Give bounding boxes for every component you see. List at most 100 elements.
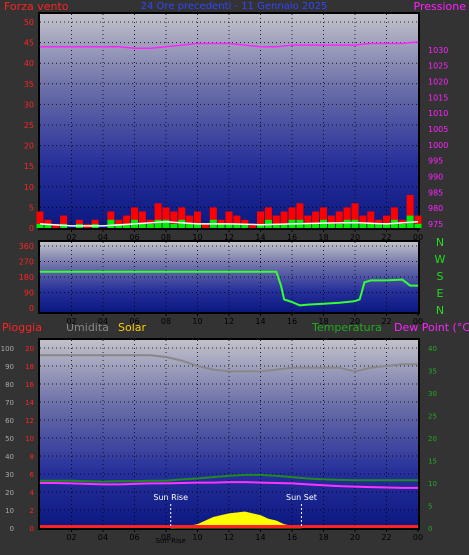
p2-xtick-label-4: 10 bbox=[192, 317, 202, 326]
p1-left-tick-9: 45 bbox=[24, 39, 34, 48]
p1-vento-bar-9 bbox=[107, 219, 115, 228]
p2-left-tick-2: 180 bbox=[19, 273, 34, 282]
weather-charts: Forza vento 24 Ore precedenti - 11 Genna… bbox=[0, 0, 469, 555]
p2-xtick-label-10: 22 bbox=[381, 317, 391, 326]
p3-humidity-tick-4: 40 bbox=[5, 453, 14, 461]
p3-humidity-tick-10: 100 bbox=[1, 345, 14, 353]
p1-vento-bar-40 bbox=[351, 219, 359, 228]
p2-left-tick-4: 360 bbox=[19, 242, 34, 251]
p2-compass-label-3: E bbox=[437, 287, 444, 300]
p2-xtick-label-11: 00 bbox=[413, 317, 423, 326]
p1-xtick-label-10: 22 bbox=[381, 233, 391, 242]
p1-vento-bar-17 bbox=[170, 223, 178, 228]
p3-rain-tick-6: 12 bbox=[25, 417, 34, 425]
rain-label: Pioggia bbox=[2, 321, 42, 334]
p1-xtick-label-9: 20 bbox=[350, 233, 360, 242]
p2-xtick-label-0: 02 bbox=[66, 317, 76, 326]
chart-title: 24 Ore precedenti - 11 Gennaio 2025 bbox=[141, 1, 328, 12]
p3-xtick-label-5: 12 bbox=[224, 533, 234, 542]
p2-xtick-label-2: 06 bbox=[129, 317, 139, 326]
p1-xtick-label-11: 00 bbox=[413, 233, 423, 242]
p1-vento-bar-15 bbox=[154, 219, 162, 228]
p3-temp-tick-1: 5 bbox=[428, 503, 432, 511]
p1-xtick-label-1: 04 bbox=[98, 233, 108, 242]
p3-temp-tick-0: 0 bbox=[428, 525, 432, 533]
p3-xtick-label-1: 04 bbox=[98, 533, 108, 542]
p1-vento-bar-39 bbox=[343, 219, 351, 228]
p1-right-tick-2: 985 bbox=[428, 188, 443, 197]
p1-xtick-label-5: 12 bbox=[224, 233, 234, 242]
p1-left-tick-0: 0 bbox=[29, 224, 34, 233]
p1-vento-bar-37 bbox=[327, 223, 335, 228]
p1-right-tick-3: 990 bbox=[428, 173, 443, 182]
p3-humidity-tick-9: 90 bbox=[5, 363, 14, 371]
p1-vento-bar-43 bbox=[375, 223, 383, 228]
p3-rain-tick-2: 4 bbox=[30, 489, 35, 497]
p3-temp-tick-5: 25 bbox=[428, 413, 437, 421]
p2-xtick-label-7: 16 bbox=[287, 317, 297, 326]
p1-right-tick-10: 1025 bbox=[428, 62, 448, 71]
p3-xtick-label-6: 14 bbox=[255, 533, 265, 542]
p2-left-tick-3: 270 bbox=[19, 258, 34, 267]
p3-humidity-tick-7: 70 bbox=[5, 399, 14, 407]
p3-rain-tick-7: 14 bbox=[25, 399, 34, 407]
p3-xtick-label-7: 16 bbox=[287, 533, 297, 542]
p3-humidity-tick-2: 20 bbox=[5, 489, 14, 497]
p3-xtick-label-0: 02 bbox=[66, 533, 76, 542]
p1-right-tick-7: 1010 bbox=[428, 109, 448, 118]
p1-right-tick-5: 1000 bbox=[428, 141, 448, 150]
p3-rain-tick-4: 8 bbox=[30, 453, 34, 461]
p1-xtick-label-4: 10 bbox=[192, 233, 202, 242]
p3-rain-tick-1: 2 bbox=[30, 507, 34, 515]
p1-left-tick-2: 10 bbox=[24, 183, 34, 192]
p3-humidity-tick-5: 50 bbox=[5, 435, 14, 443]
p2-xtick-label-3: 08 bbox=[161, 317, 171, 326]
p3-temp-tick-8: 40 bbox=[428, 345, 437, 353]
p1-vento-bar-48 bbox=[414, 223, 422, 228]
p1-vento-bar-14 bbox=[146, 223, 154, 228]
dewpoint-label: Dew Point (°C) bbox=[394, 321, 469, 334]
p1-right-tick-6: 1005 bbox=[428, 125, 448, 134]
p3-xtick-label-10: 22 bbox=[381, 533, 391, 542]
pressure-axis-label: Pressione bbox=[414, 0, 467, 13]
p3-humidity-tick-6: 60 bbox=[5, 417, 14, 425]
charts-canvas: Forza vento 24 Ore precedenti - 11 Genna… bbox=[1, 0, 469, 545]
p1-vento-bar-41 bbox=[359, 223, 367, 228]
p1-xtick-label-0: 02 bbox=[66, 233, 76, 242]
p3-humidity-tick-1: 10 bbox=[5, 507, 14, 515]
p3-rain-tick-3: 6 bbox=[30, 471, 35, 479]
p3-rain-bar bbox=[40, 525, 418, 528]
p1-vento-bar-46 bbox=[398, 223, 406, 228]
p1-xtick-label-2: 06 bbox=[129, 233, 139, 242]
p1-vento-bar-19 bbox=[186, 223, 194, 228]
p1-left-tick-4: 20 bbox=[24, 142, 34, 151]
p3-rain-tick-0: 0 bbox=[30, 525, 34, 533]
p3-temp-tick-3: 15 bbox=[428, 458, 437, 466]
p3-rain-tick-5: 10 bbox=[25, 435, 34, 443]
p3-xtick-label-9: 20 bbox=[350, 533, 360, 542]
wind-axis-label: Forza vento bbox=[4, 0, 69, 13]
p1-vento-bar-35 bbox=[312, 223, 320, 228]
p1-right-tick-0: 975 bbox=[428, 220, 443, 229]
p1-xtick-label-3: 08 bbox=[161, 233, 171, 242]
p1-vento-bar-34 bbox=[304, 223, 312, 228]
p1-right-tick-4: 995 bbox=[428, 157, 443, 166]
p2-xtick-label-6: 14 bbox=[255, 317, 265, 326]
p3-temp-tick-4: 20 bbox=[428, 435, 437, 443]
p1-right-tick-11: 1030 bbox=[428, 46, 448, 55]
p2-compass-label-2: S bbox=[437, 270, 444, 283]
p1-left-tick-7: 35 bbox=[24, 80, 34, 89]
p2-left-tick-0: 0 bbox=[29, 304, 34, 313]
p1-vento-bar-42 bbox=[367, 223, 375, 228]
p3-rain-tick-10: 20 bbox=[25, 345, 34, 353]
p3-xtick-label-4: 10 bbox=[192, 533, 202, 542]
p1-xtick-label-7: 16 bbox=[287, 233, 297, 242]
p3-rain-tick-8: 16 bbox=[25, 381, 34, 389]
p2-compass-label-1: W bbox=[435, 253, 446, 266]
p1-left-tick-5: 25 bbox=[24, 121, 34, 130]
p3-rain-tick-9: 18 bbox=[25, 363, 34, 371]
p1-vento-bar-18 bbox=[178, 219, 186, 228]
sunset-annotation: Sun Set bbox=[286, 493, 317, 502]
sunrise-tick-annotation: Sun Rise bbox=[156, 537, 186, 545]
p3-humidity-tick-0: 0 bbox=[10, 525, 14, 533]
